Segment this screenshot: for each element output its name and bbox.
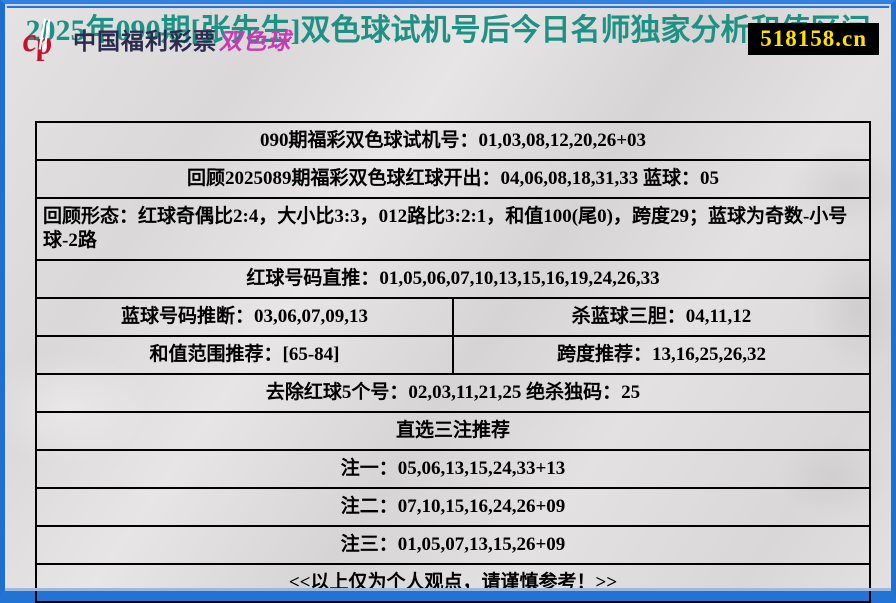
brand-name: 中国福利彩票 xyxy=(73,29,217,54)
table-cell: 红球号码直推：01,05,06,07,10,13,15,16,19,24,26,… xyxy=(35,259,871,299)
table-row: 回顾形态：红球奇偶比2:4，大小比3:3，012路比3:2:1，和值100(尾0… xyxy=(35,197,871,261)
table-cell: 杀蓝球三胆：04,11,12 xyxy=(452,297,871,337)
header: c p 中国福利彩票双色球 518158.cn xyxy=(15,14,883,64)
page: c p 中国福利彩票双色球 518158.cn 2025年090期[张先生]双色… xyxy=(5,8,891,603)
table-row: 蓝球号码推断：03,06,07,09,13 杀蓝球三胆：04,11,12 xyxy=(35,297,871,337)
table-row: <<以上仅为个人观点，请谨慎参考！>> xyxy=(35,563,871,603)
table-cell: 蓝球号码推断：03,06,07,09,13 xyxy=(35,297,454,337)
bottom-divider xyxy=(5,588,891,591)
analysis-table: 090期福彩双色球试机号：01,03,08,12,20,26+03 回顾20250… xyxy=(35,121,871,603)
table-row: 直选三注推荐 xyxy=(35,411,871,451)
table-cell: 090期福彩双色球试机号：01,03,08,12,20,26+03 xyxy=(35,121,871,161)
table-cell: 跨度推荐：13,16,25,26,32 xyxy=(452,335,871,375)
table-row: 注一：05,06,13,15,24,33+13 xyxy=(35,449,871,489)
table-row: 回顾2025089期福彩双色球红球开出：04,06,08,18,31,33 蓝球… xyxy=(35,159,871,199)
table-row: 090期福彩双色球试机号：01,03,08,12,20,26+03 xyxy=(35,121,871,161)
table-cell: 注二：07,10,15,16,24,26+09 xyxy=(35,487,871,527)
table-cell: 注三：01,05,07,13,15,26+09 xyxy=(35,525,871,565)
table-row: 注三：01,05,07,13,15,26+09 xyxy=(35,525,871,565)
table-cell: 注一：05,06,13,15,24,33+13 xyxy=(35,449,871,489)
china-welfare-lottery-logo-icon: c p xyxy=(21,18,54,61)
site-badge: 518158.cn xyxy=(748,23,879,55)
table-cell: 回顾2025089期福彩双色球红球开出：04,06,08,18,31,33 蓝球… xyxy=(35,159,871,199)
table-row: 红球号码直推：01,05,06,07,10,13,15,16,19,24,26,… xyxy=(35,259,871,299)
brand-product: 双色球 xyxy=(219,29,291,54)
analysis-table-body: 090期福彩双色球试机号：01,03,08,12,20,26+03 回顾20250… xyxy=(35,121,871,603)
table-cell: <<以上仅为个人观点，请谨慎参考！>> xyxy=(35,563,871,603)
table-cell: 回顾形态：红球奇偶比2:4，大小比3:3，012路比3:2:1，和值100(尾0… xyxy=(35,197,871,261)
table-row: 注二：07,10,15,16,24,26+09 xyxy=(35,487,871,527)
table-row: 和值范围推荐：[65-84] 跨度推荐：13,16,25,26,32 xyxy=(35,335,871,375)
table-cell: 和值范围推荐：[65-84] xyxy=(35,335,454,375)
brand: 中国福利彩票双色球 xyxy=(73,22,291,56)
table-cell: 去除红球5个号：02,03,11,21,25 绝杀独码：25 xyxy=(35,373,871,413)
window-frame: c p 中国福利彩票双色球 518158.cn 2025年090期[张先生]双色… xyxy=(0,0,896,603)
table-row: 去除红球5个号：02,03,11,21,25 绝杀独码：25 xyxy=(35,373,871,413)
table-cell: 直选三注推荐 xyxy=(35,411,871,451)
